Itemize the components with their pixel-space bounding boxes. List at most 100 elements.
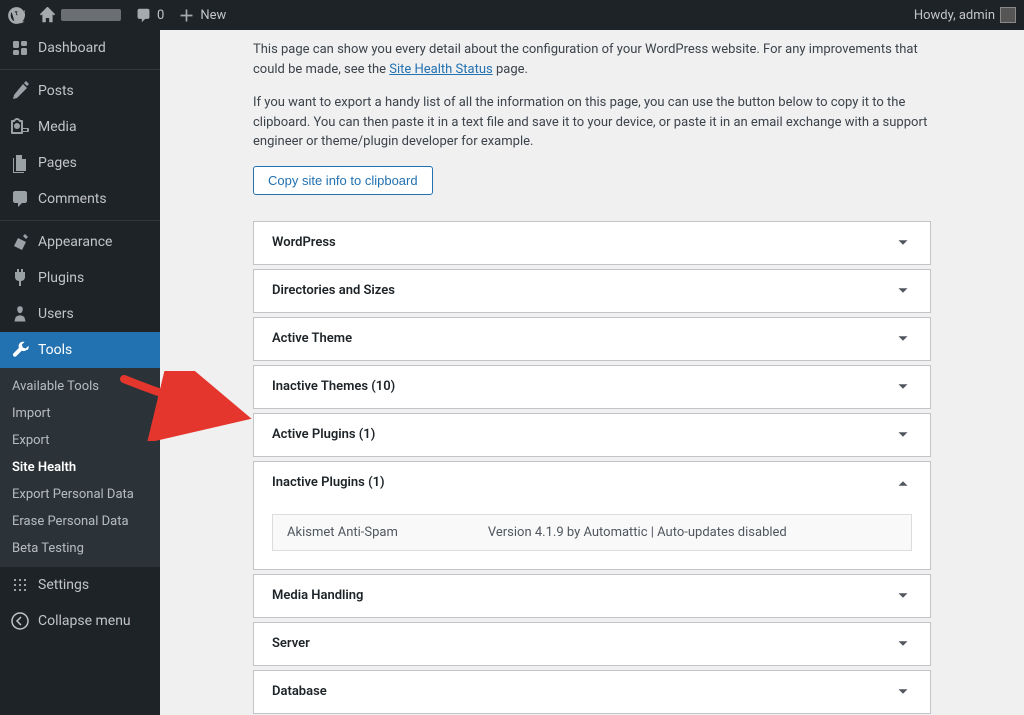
plugins-icon bbox=[10, 268, 30, 288]
chevron-down-icon bbox=[894, 683, 912, 701]
account-menu[interactable]: Howdy, admin bbox=[914, 7, 1016, 23]
chevron-down-icon bbox=[894, 378, 912, 396]
tools-icon bbox=[10, 340, 30, 360]
menu-label: Media bbox=[38, 119, 77, 135]
menu-label: Tools bbox=[38, 342, 72, 358]
panel-active-theme: Active Theme bbox=[253, 317, 931, 361]
submenu-available-tools[interactable]: Available Tools bbox=[0, 373, 160, 400]
panel-inactive-plugins: Inactive Plugins (1) Akismet Anti-Spam V… bbox=[253, 461, 931, 570]
wp-logo-menu[interactable] bbox=[8, 7, 25, 24]
panel-body-inactive-plugins: Akismet Anti-Spam Version 4.1.9 by Autom… bbox=[254, 504, 930, 569]
submenu-export-pd[interactable]: Export Personal Data bbox=[0, 481, 160, 508]
new-content-menu[interactable]: New bbox=[178, 7, 226, 24]
plugin-name: Akismet Anti-Spam bbox=[287, 525, 398, 540]
panel-title: Active Plugins (1) bbox=[272, 427, 375, 442]
avatar bbox=[1000, 7, 1016, 23]
menu-pages[interactable]: Pages bbox=[0, 145, 160, 181]
panel-title: Server bbox=[272, 636, 310, 651]
pages-icon bbox=[10, 153, 30, 173]
panel-header-media[interactable]: Media Handling bbox=[254, 575, 930, 617]
panel-header-directories[interactable]: Directories and Sizes bbox=[254, 270, 930, 312]
submenu-tools: Available Tools Import Export Site Healt… bbox=[0, 368, 160, 567]
menu-media[interactable]: Media bbox=[0, 109, 160, 145]
panel-wordpress: WordPress bbox=[253, 221, 931, 265]
chevron-up-icon bbox=[894, 474, 912, 492]
menu-posts[interactable]: Posts bbox=[0, 73, 160, 109]
main-content: This page can show you every detail abou… bbox=[160, 30, 1024, 715]
posts-icon bbox=[10, 81, 30, 101]
wordpress-icon bbox=[8, 7, 25, 24]
comments-icon bbox=[10, 189, 30, 209]
panel-database: Database bbox=[253, 670, 931, 714]
howdy-text: Howdy, admin bbox=[914, 8, 995, 23]
collapse-icon bbox=[10, 611, 30, 631]
panel-server: Server bbox=[253, 622, 931, 666]
panel-header-active-theme[interactable]: Active Theme bbox=[254, 318, 930, 360]
menu-plugins[interactable]: Plugins bbox=[0, 260, 160, 296]
chevron-down-icon bbox=[894, 635, 912, 653]
menu-label: Comments bbox=[38, 191, 107, 207]
submenu-erase-pd[interactable]: Erase Personal Data bbox=[0, 508, 160, 535]
menu-appearance[interactable]: Appearance bbox=[0, 224, 160, 260]
site-name-menu[interactable] bbox=[39, 7, 121, 24]
panel-active-plugins: Active Plugins (1) bbox=[253, 413, 931, 457]
panel-title: Media Handling bbox=[272, 588, 363, 603]
panel-title: Active Theme bbox=[272, 331, 352, 346]
panel-header-database[interactable]: Database bbox=[254, 671, 930, 713]
panel-title: Inactive Plugins (1) bbox=[272, 475, 385, 490]
panel-title: Database bbox=[272, 684, 327, 699]
panel-header-server[interactable]: Server bbox=[254, 623, 930, 665]
intro-paragraph-1: This page can show you every detail abou… bbox=[253, 40, 931, 79]
panel-title: WordPress bbox=[272, 235, 336, 250]
users-icon bbox=[10, 304, 30, 324]
panel-header-inactive-plugins[interactable]: Inactive Plugins (1) bbox=[254, 462, 930, 504]
menu-label: Plugins bbox=[38, 270, 84, 286]
site-health-status-link[interactable]: Site Health Status bbox=[389, 62, 492, 77]
menu-label: Settings bbox=[38, 577, 89, 593]
comments-menu[interactable]: 0 bbox=[135, 7, 164, 24]
plus-icon bbox=[178, 7, 195, 24]
site-name-text bbox=[61, 9, 121, 21]
admin-toolbar: 0 New Howdy, admin bbox=[0, 0, 1024, 30]
submenu-export[interactable]: Export bbox=[0, 427, 160, 454]
menu-tools[interactable]: Tools bbox=[0, 332, 160, 368]
menu-settings[interactable]: Settings bbox=[0, 567, 160, 603]
collapse-label: Collapse menu bbox=[38, 613, 131, 629]
panel-directories: Directories and Sizes bbox=[253, 269, 931, 313]
comments-count: 0 bbox=[157, 8, 164, 23]
plugin-row: Akismet Anti-Spam Version 4.1.9 by Autom… bbox=[272, 514, 912, 551]
intro-paragraph-2: If you want to export a handy list of al… bbox=[253, 93, 931, 152]
admin-sidebar: Dashboard Posts Media Pages Comments App… bbox=[0, 30, 160, 715]
panel-title: Directories and Sizes bbox=[272, 283, 395, 298]
submenu-beta[interactable]: Beta Testing bbox=[0, 535, 160, 562]
home-icon bbox=[39, 7, 56, 24]
panel-header-active-plugins[interactable]: Active Plugins (1) bbox=[254, 414, 930, 456]
menu-comments[interactable]: Comments bbox=[0, 181, 160, 217]
chevron-down-icon bbox=[894, 234, 912, 252]
chevron-down-icon bbox=[894, 282, 912, 300]
panel-title: Inactive Themes (10) bbox=[272, 379, 395, 394]
panel-inactive-themes: Inactive Themes (10) bbox=[253, 365, 931, 409]
chevron-down-icon bbox=[894, 587, 912, 605]
submenu-import[interactable]: Import bbox=[0, 400, 160, 427]
menu-label: Pages bbox=[38, 155, 77, 171]
chevron-down-icon bbox=[894, 330, 912, 348]
collapse-menu[interactable]: Collapse menu bbox=[0, 603, 160, 639]
menu-label: Appearance bbox=[38, 234, 112, 250]
menu-users[interactable]: Users bbox=[0, 296, 160, 332]
appearance-icon bbox=[10, 232, 30, 252]
new-label: New bbox=[200, 8, 226, 23]
copy-site-info-button[interactable]: Copy site info to clipboard bbox=[253, 166, 433, 195]
submenu-site-health[interactable]: Site Health bbox=[0, 454, 160, 481]
panel-media: Media Handling bbox=[253, 574, 931, 618]
media-icon bbox=[10, 117, 30, 137]
menu-dashboard[interactable]: Dashboard bbox=[0, 30, 160, 66]
comment-icon bbox=[135, 7, 152, 24]
panel-header-inactive-themes[interactable]: Inactive Themes (10) bbox=[254, 366, 930, 408]
chevron-down-icon bbox=[894, 426, 912, 444]
menu-label: Posts bbox=[38, 83, 74, 99]
menu-label: Dashboard bbox=[38, 40, 106, 56]
dashboard-icon bbox=[10, 38, 30, 58]
settings-icon bbox=[10, 575, 30, 595]
panel-header-wordpress[interactable]: WordPress bbox=[254, 222, 930, 264]
